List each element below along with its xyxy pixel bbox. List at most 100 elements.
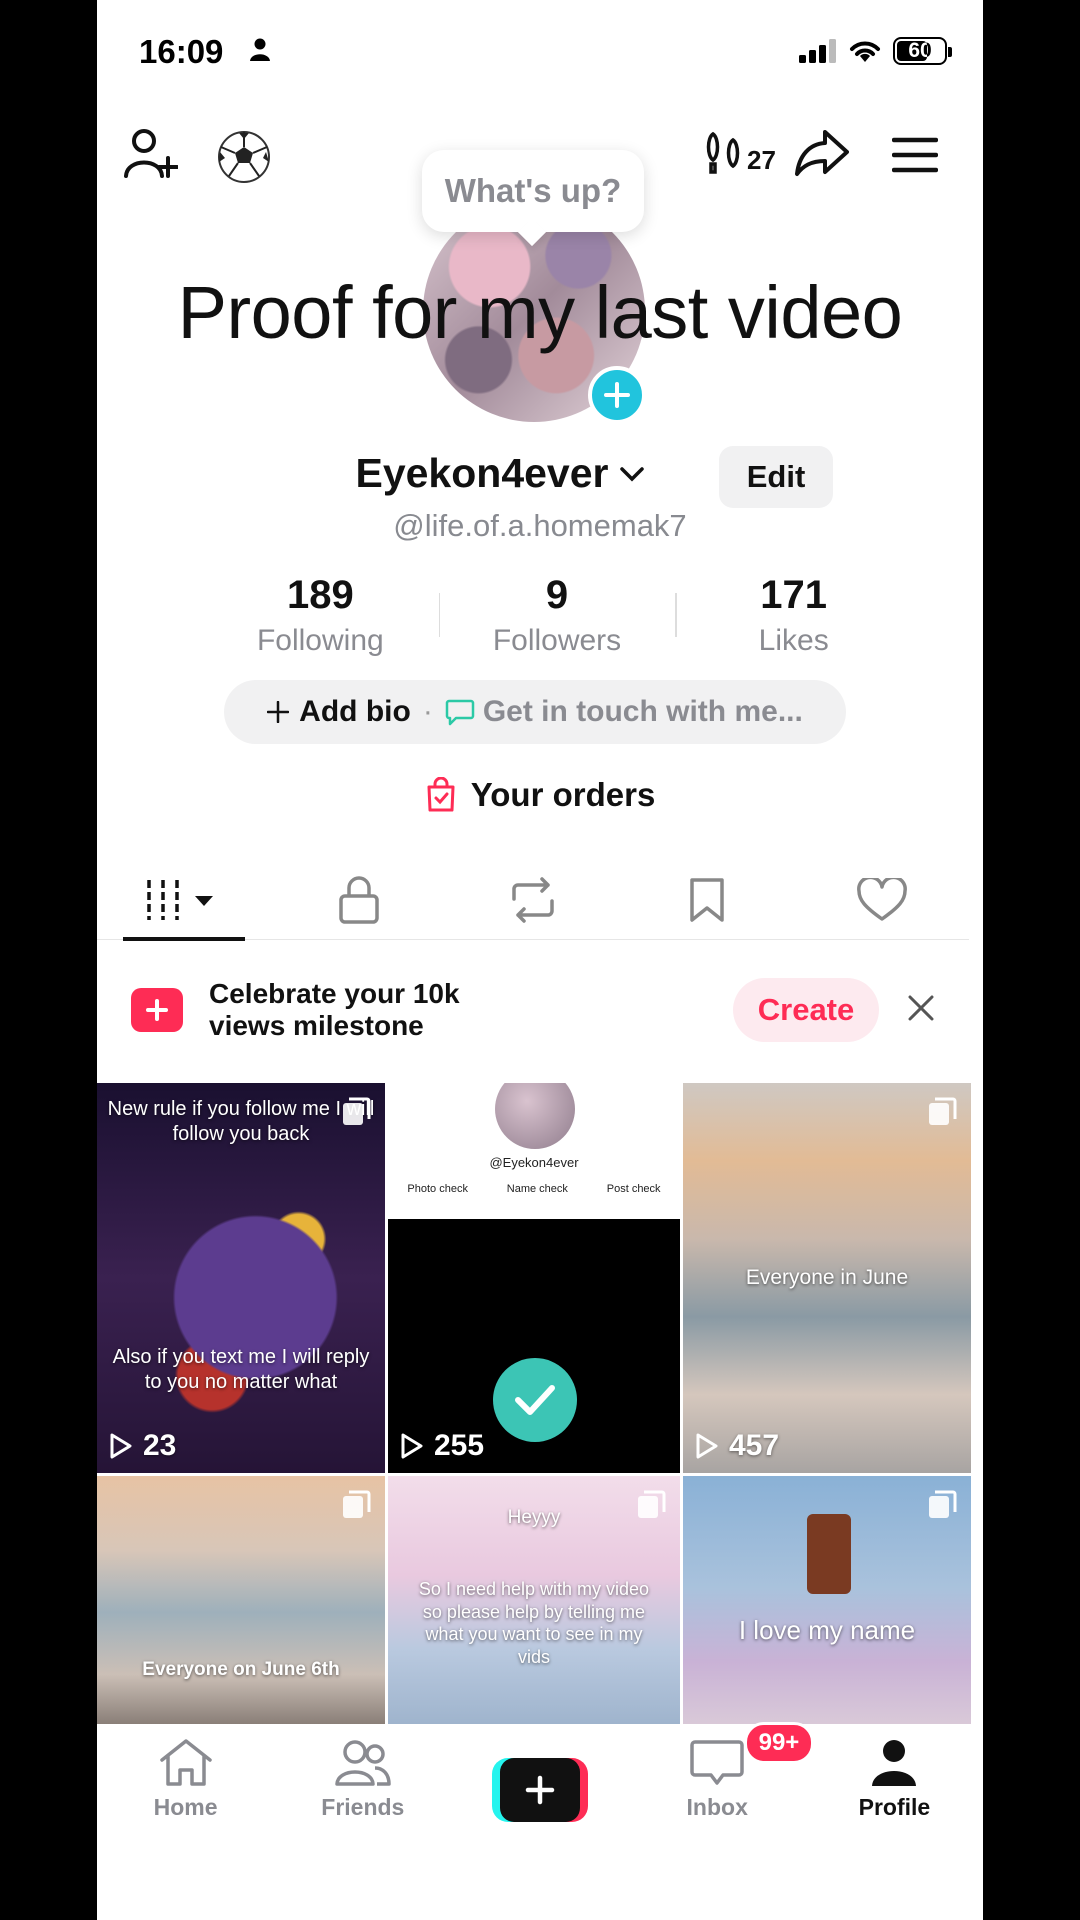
milestone-line-2: views milestone [209,1010,424,1041]
nav-label: Profile [858,1794,931,1820]
plus-icon [604,382,630,408]
chat-bubble-icon [445,699,475,726]
home-icon [159,1739,212,1786]
inbox-icon [690,1740,744,1785]
check-badge [493,1358,577,1442]
add-bio-button[interactable]: Add bio [267,695,411,729]
signal-icon [799,39,836,63]
shopping-bag-icon [427,777,455,812]
nav-inbox[interactable]: 99+ Inbox [629,1722,815,1844]
tab-private[interactable] [271,860,445,939]
stat-following[interactable]: 189 Following [202,573,439,658]
video-preview-header: @Eyekon4ever Photo check Name check Post… [388,1083,680,1219]
add-photo-button[interactable] [588,366,646,424]
milestone-banner: Celebrate your 10k views milestone Creat… [97,960,969,1060]
stat-value: 171 [760,573,828,617]
repost-icon [512,876,554,923]
profile-icon [872,1740,917,1786]
multi-photo-icon [929,1097,957,1125]
plus-icon [146,999,168,1021]
user-handle: @life.of.a.homemak7 [393,508,687,543]
stat-likes[interactable]: 171 Likes [675,573,912,658]
wifi-icon [850,41,880,62]
stat-followers[interactable]: 9 Followers [438,573,676,658]
video-thumbnail[interactable]: @Eyekon4ever Photo check Name check Post… [388,1083,680,1473]
video-overlay-text: Everyone in June [745,1266,909,1289]
view-count-value: 255 [434,1429,485,1462]
play-icon [696,1433,718,1459]
video-overlay-text: So I need help with my video so please h… [418,1579,650,1667]
bottom-nav: Home Friends 99+ Inbox Profile [97,1722,983,1844]
nav-create[interactable] [451,1724,628,1844]
nav-profile[interactable]: Profile [806,1724,983,1844]
character-figure [807,1514,851,1594]
mini-avatar [495,1083,575,1149]
username-row[interactable]: Eyekon4ever [97,450,983,497]
battery-level: 60 [908,39,932,62]
plus-icon [525,1775,555,1805]
footprints-icon [706,131,740,174]
add-bio-label: Add bio [299,695,411,728]
status-right: 60 [799,37,952,65]
menu-icon[interactable] [892,137,938,173]
plus-icon [267,701,290,723]
whats-up-bubble[interactable]: What's up? [422,150,644,232]
chevron-down-icon [619,466,644,481]
mini-tab: Name check [506,1183,568,1195]
mini-tab: Photo check [407,1183,468,1195]
edit-profile-button[interactable]: Edit [719,446,833,508]
bio-separator: · [422,695,433,728]
stat-value: 9 [545,573,569,617]
video-thumbnail[interactable]: New rule if you follow me I will follow … [97,1083,385,1473]
stat-value: 189 [286,573,354,617]
nav-label: Home [153,1794,218,1820]
video-thumbnail[interactable]: I love my name [683,1476,971,1724]
close-icon[interactable] [907,994,935,1022]
nav-home[interactable]: Home [97,1724,274,1844]
video-grid: New rule if you follow me I will follow … [97,1083,971,1724]
share-icon[interactable] [795,128,849,178]
milestone-text: Celebrate your 10k views milestone [209,978,460,1042]
checkmark-icon [515,1385,555,1415]
view-count-value: 23 [143,1429,177,1462]
tab-liked[interactable] [795,860,969,939]
profile-tabs [97,860,969,941]
mini-tab: Post check [606,1183,661,1195]
get-in-touch-button[interactable]: Get in touch with me... [445,695,803,729]
video-thumbnail[interactable]: Everyone on June 6th [97,1476,385,1724]
soccer-ball-icon[interactable] [217,130,271,184]
profile-views-button[interactable]: 27 [705,130,776,176]
inbox-badge: 99+ [743,1722,815,1764]
video-thumbnail[interactable]: Heyyy So I need help with my video so pl… [388,1476,680,1724]
stat-label: Following [256,624,384,657]
video-overlay-text: Everyone on June 6th [142,1659,340,1680]
multi-photo-icon [638,1490,666,1518]
your-orders-link[interactable]: Your orders [97,776,983,814]
your-orders-label: Your orders [470,776,656,813]
add-friend-icon[interactable] [124,128,178,180]
create-button[interactable]: Create [733,978,879,1042]
play-icon [110,1433,132,1459]
create-video-button[interactable] [492,1758,588,1822]
bio-pill: Add bio · Get in touch with me... [224,680,846,744]
nav-friends[interactable]: Friends [274,1724,451,1844]
video-overlay-text: Also if you text me I will reply to you … [112,1346,370,1393]
tab-favorites[interactable] [620,860,794,939]
friends-icon [335,1740,391,1786]
multi-photo-icon [929,1490,957,1518]
view-count: 255 [400,1429,484,1463]
view-count: 457 [695,1429,779,1463]
multi-photo-icon [343,1490,371,1518]
tab-videos[interactable] [97,860,271,941]
multi-photo-icon [343,1097,371,1125]
video-caption-overlay: Proof for my last video [177,271,903,354]
video-thumbnail[interactable]: Everyone in June 457 [683,1083,971,1473]
view-count: 23 [109,1429,176,1463]
notification-count: 27 [747,145,776,175]
stats-row: 189 Following 9 Followers 171 Likes [202,573,912,658]
stat-label: Likes [758,624,829,657]
tab-reposts[interactable] [446,860,620,939]
mini-handle: @Eyekon4ever [489,1155,579,1170]
nav-label: Inbox [686,1794,748,1820]
milestone-line-1: Celebrate your 10k [209,977,460,1009]
